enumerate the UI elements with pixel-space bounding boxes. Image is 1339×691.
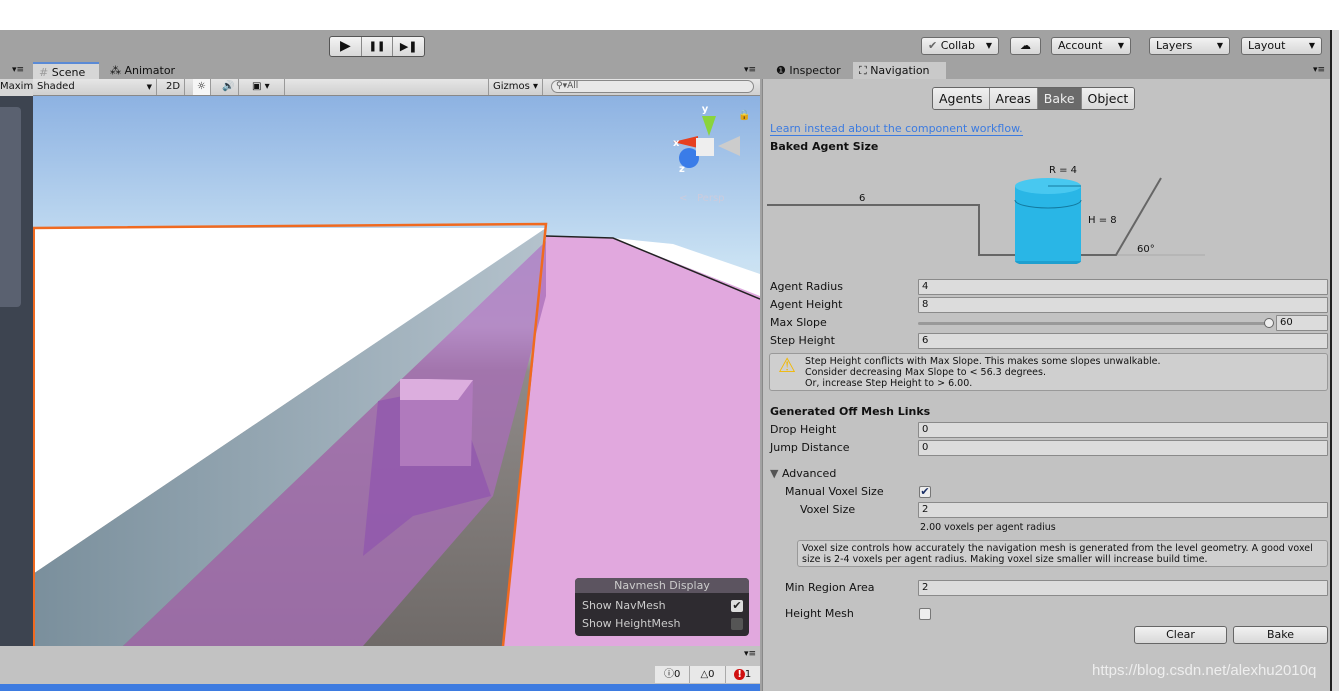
tab-animator[interactable]: ⁂ Animator (104, 62, 181, 79)
svg-text:R = 4: R = 4 (1049, 165, 1077, 176)
grid-icon: # (39, 66, 49, 79)
offmesh-heading: Generated Off Mesh Links (770, 405, 931, 418)
agent-height-input[interactable]: 8 (918, 297, 1328, 313)
2d-toggle[interactable]: 2D (162, 79, 186, 95)
step-height-warning: ⚠ Step Height conflicts with Max Slope. … (769, 353, 1328, 391)
scene-search-input[interactable]: ⚲▾All (551, 80, 754, 93)
panel-menu-icon[interactable]: ▾≡ (744, 649, 756, 659)
lock-icon[interactable]: 🔒 (738, 109, 750, 121)
tab-navigation[interactable]: ⛶ Navigation (853, 62, 946, 79)
svg-text:6: 6 (859, 193, 865, 204)
navigation-panel: Agents Areas Bake Object Learn instead a… (762, 79, 1330, 691)
svg-text:Persp: Persp (697, 193, 725, 204)
min-region-area-input[interactable]: 2 (918, 580, 1328, 596)
panel-menu-icon[interactable]: ▾≡ (12, 65, 24, 75)
drop-height-input[interactable]: 0 (918, 422, 1328, 438)
navigation-tabs: Agents Areas Bake Object (932, 87, 1136, 110)
effects-dropdown-icon[interactable]: ▣ ▾ (248, 79, 285, 95)
layout-dropdown[interactable]: Layout ▼ (1241, 37, 1322, 55)
segment-areas[interactable]: Areas (989, 88, 1038, 109)
watermark: https://blog.csdn.net/alexhu2010q (1092, 662, 1317, 679)
maximize-label[interactable]: Maxim (0, 79, 33, 96)
scene-view[interactable]: y x z Persp < 🔒 (33, 96, 760, 646)
svg-text:y: y (702, 104, 709, 115)
navigation-icon: ⛶ (859, 64, 867, 77)
warning-count[interactable]: △0 (690, 666, 726, 683)
advanced-foldout[interactable]: ▼ Advanced (770, 467, 836, 480)
account-dropdown[interactable]: Account ▼ (1051, 37, 1131, 55)
warning-icon: △ (700, 669, 709, 680)
info-icon: ❶ (776, 64, 786, 77)
voxel-size-input[interactable]: 2 (918, 502, 1328, 518)
gizmos-dropdown[interactable]: Gizmos ▾ (488, 79, 544, 95)
title-area (0, 0, 1339, 30)
console-panel: ▾≡ ⓘ0 △0 ! 1 (0, 646, 760, 691)
segment-bake[interactable]: Bake (1037, 88, 1082, 109)
warning-icon: ⚠ (778, 353, 796, 377)
voxel-help: Voxel size controls how accurately the n… (797, 540, 1328, 567)
triangle-down-icon: ▼ (770, 467, 779, 480)
step-button[interactable]: ▶❚ (393, 37, 424, 56)
check-icon: ✔ (928, 39, 938, 52)
scrollbar[interactable] (1330, 30, 1339, 691)
segment-agents[interactable]: Agents (933, 88, 990, 109)
error-icon: ! (734, 669, 745, 680)
max-slope-input[interactable]: 60 (1276, 315, 1328, 331)
shading-dropdown[interactable]: Shaded ▼ (33, 79, 157, 95)
audio-toggle-icon[interactable]: 🔊 (218, 79, 240, 95)
panel-menu-icon[interactable]: ▾≡ (744, 65, 756, 75)
tab-inspector[interactable]: ❶ Inspector (770, 62, 847, 79)
svg-text:z: z (679, 164, 685, 175)
svg-text:x: x (673, 138, 680, 149)
panel-menu-icon[interactable]: ▾≡ (1313, 65, 1325, 75)
cloud-button[interactable]: ☁ (1010, 37, 1041, 55)
voxel-info: 2.00 voxels per agent radius (920, 522, 1056, 533)
jump-distance-input[interactable]: 0 (918, 440, 1328, 456)
max-slope-slider-thumb[interactable] (1264, 318, 1274, 328)
layers-dropdown[interactable]: Layers ▼ (1149, 37, 1230, 55)
svg-text:H = 8: H = 8 (1088, 215, 1117, 226)
manual-voxel-checkbox[interactable]: ✔ (919, 486, 931, 498)
segment-object[interactable]: Object (1081, 88, 1135, 109)
hierarchy-panel (0, 96, 33, 646)
bake-button[interactable]: Bake (1233, 626, 1328, 644)
cloud-icon: ☁ (1020, 39, 1031, 52)
pause-button[interactable]: ❚❚ (362, 37, 394, 56)
lighting-toggle-icon[interactable]: ☼ (193, 79, 211, 95)
info-icon: ⓘ (663, 669, 674, 680)
agent-size-diagram: 6 R = 4 H = 8 60° (767, 165, 1205, 264)
svg-text:60°: 60° (1137, 244, 1155, 255)
collab-button[interactable]: ✔ Collab ▼ (921, 37, 999, 55)
navmesh-display-overlay: Navmesh Display Show NavMesh ✔ Show Heig… (575, 578, 749, 636)
component-workflow-link[interactable]: Learn instead about the component workfl… (770, 122, 1023, 136)
tab-scene[interactable]: # Scene (33, 62, 99, 79)
error-count[interactable]: ! 1 (726, 666, 760, 683)
search-icon: ⚲▾ (556, 81, 568, 91)
max-slope-slider[interactable] (918, 322, 1270, 325)
clear-button[interactable]: Clear (1134, 626, 1227, 644)
scene-toolbar: Shaded ▼ 2D ☼ 🔊 ▣ ▾ Gizmos ▾ ⚲▾All (33, 79, 760, 96)
animator-icon: ⁂ (110, 64, 121, 77)
baked-agent-size-heading: Baked Agent Size (770, 140, 879, 153)
info-count[interactable]: ⓘ0 (655, 666, 691, 683)
play-controls: ▶ ❚❚ ▶❚ (329, 36, 425, 57)
show-heightmesh-checkbox[interactable] (731, 618, 743, 630)
agent-radius-input[interactable]: 4 (918, 279, 1328, 295)
show-navmesh-checkbox[interactable]: ✔ (731, 600, 743, 612)
svg-text:<: < (679, 193, 687, 204)
height-mesh-checkbox[interactable] (919, 608, 931, 620)
play-button[interactable]: ▶ (330, 37, 362, 56)
step-height-input[interactable]: 6 (918, 333, 1328, 349)
